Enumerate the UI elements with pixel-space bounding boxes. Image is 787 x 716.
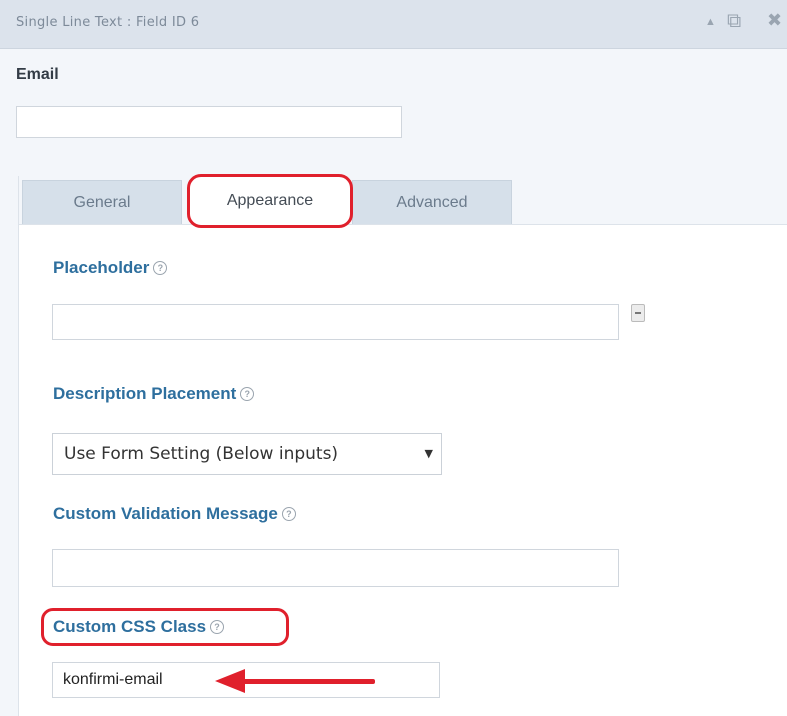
- description-placement-select[interactable]: Use Form Setting (Below inputs) ▼: [52, 433, 442, 475]
- placeholder-setting-label: Placeholder?: [53, 258, 168, 278]
- field-settings-screen: Single Line Text : Field ID 6 ▲ ⧉ ✖ Emai…: [0, 0, 787, 716]
- help-icon[interactable]: ?: [281, 506, 296, 521]
- settings-panel: General Appearance Advanced Placeholder?…: [18, 174, 787, 716]
- description-placement-selected: Use Form Setting (Below inputs): [64, 444, 339, 464]
- field-header-bar[interactable]: Single Line Text : Field ID 6 ▲ ⧉ ✖: [0, 0, 787, 49]
- help-icon[interactable]: ?: [210, 619, 225, 634]
- field-preview-input[interactable]: [16, 106, 402, 138]
- field-preview-label: Email: [16, 66, 59, 83]
- duplicate-icon[interactable]: ⧉: [727, 10, 741, 33]
- placeholder-label-text: Placeholder: [53, 258, 150, 277]
- placeholder-input[interactable]: [52, 304, 619, 340]
- help-icon[interactable]: ?: [153, 260, 168, 275]
- tab-appearance[interactable]: Appearance: [187, 174, 353, 228]
- custom-validation-label-text: Custom Validation Message: [53, 504, 278, 523]
- custom-css-class-setting-label: Custom CSS Class?: [53, 617, 225, 637]
- close-icon[interactable]: ✖: [767, 10, 782, 31]
- tab-general[interactable]: General: [22, 180, 182, 224]
- custom-validation-setting-label: Custom Validation Message?: [53, 504, 296, 524]
- custom-validation-input[interactable]: [52, 549, 619, 587]
- field-header-title: Single Line Text : Field ID 6: [16, 15, 200, 30]
- arrow-annotation-line: [241, 679, 375, 684]
- collapse-arrow-icon[interactable]: ▲: [705, 16, 716, 28]
- description-placement-label-text: Description Placement: [53, 384, 237, 403]
- help-icon[interactable]: ?: [240, 386, 255, 401]
- merge-tag-icon[interactable]: [631, 304, 645, 322]
- description-placement-setting-label: Description Placement?: [53, 384, 255, 404]
- dropdown-arrow-icon: ▼: [424, 447, 433, 460]
- custom-css-class-label-text: Custom CSS Class: [53, 617, 207, 636]
- tab-advanced[interactable]: Advanced: [352, 180, 512, 224]
